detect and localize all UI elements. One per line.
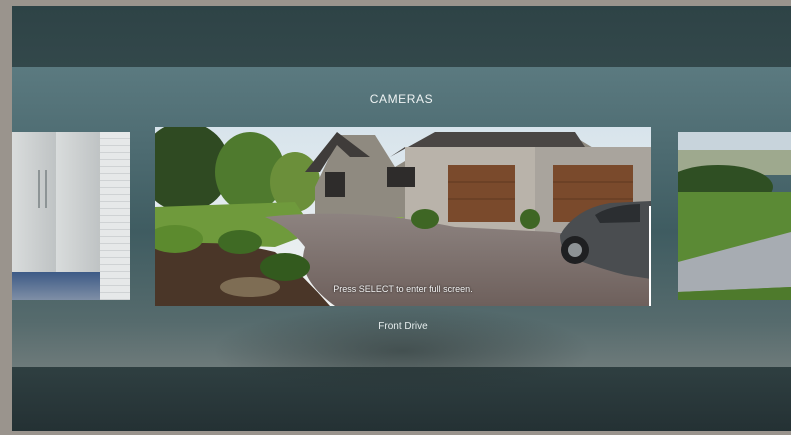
camera-feed-image — [678, 132, 791, 300]
top-band — [12, 6, 791, 67]
cabinet-handle — [45, 170, 47, 208]
wall-siding — [100, 132, 130, 300]
garage-floor — [12, 272, 100, 300]
cabinet-door — [56, 132, 101, 272]
cabinet-door — [12, 132, 57, 272]
camera-name: Front Drive — [378, 321, 428, 332]
cabinet-handle — [38, 170, 40, 208]
background-reflection — [212, 306, 592, 396]
fullscreen-hint: Press SELECT to enter full screen. — [333, 284, 473, 294]
page-title: CAMERAS — [369, 92, 434, 106]
tv-screen: CAMERAS Press SELECT to enter full scree… — [12, 6, 791, 431]
camera-tile-current[interactable] — [155, 127, 651, 306]
camera-tile-next[interactable] — [678, 132, 791, 300]
camera-feed-image — [155, 127, 651, 306]
camera-tile-previous[interactable] — [12, 132, 130, 300]
